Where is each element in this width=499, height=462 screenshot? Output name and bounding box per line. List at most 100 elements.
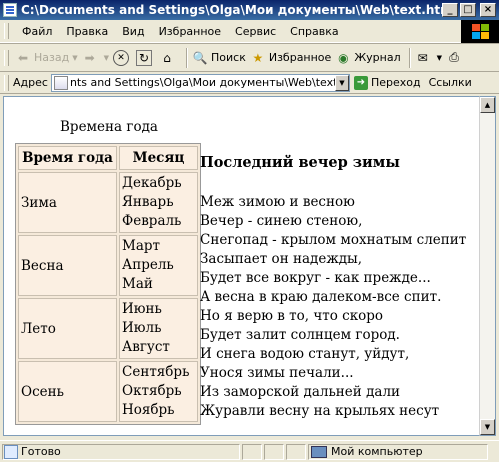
month: Январь xyxy=(122,194,174,210)
address-input[interactable]: nts and Settings\Olga\Мои документы\Web\… xyxy=(50,73,350,92)
favorites-button[interactable]: ★ Избранное xyxy=(250,50,331,66)
menu-help[interactable]: Справка xyxy=(283,25,345,38)
month: Март xyxy=(122,238,160,254)
chevron-down-icon: ▼ xyxy=(103,53,109,62)
toolbar-separator xyxy=(186,47,188,68)
history-icon: ◉ xyxy=(338,50,349,65)
poem-line: Из заморской дальней дали xyxy=(200,384,401,400)
vertical-scrollbar[interactable]: ▲ ▼ xyxy=(479,96,496,436)
toolbar-grip xyxy=(4,49,9,66)
table-row: Весна Март Апрель Май xyxy=(18,235,198,296)
month: Август xyxy=(122,339,170,355)
poem-line: Будет залит солнцем город. xyxy=(200,327,400,343)
poem-text: Меж зимою и весною Вечер - синею стеною,… xyxy=(200,193,466,421)
search-button[interactable]: 🔍 Поиск xyxy=(192,50,246,66)
address-dropdown-button[interactable]: ▼ xyxy=(334,74,349,91)
go-arrow-icon: ➜ xyxy=(353,75,368,90)
favorites-star-icon: ★ xyxy=(252,50,264,65)
poem-line: Вечер - синею стеною, xyxy=(200,213,363,229)
mail-button[interactable]: ✉ ▼ xyxy=(415,50,442,66)
header-season: Время года xyxy=(18,146,117,170)
scroll-down-button[interactable]: ▼ xyxy=(480,419,495,435)
chevron-down-icon: ▼ xyxy=(72,53,78,62)
forward-button[interactable]: ➡ ▼ xyxy=(82,50,109,66)
status-panel xyxy=(286,443,306,460)
go-label: Переход xyxy=(370,76,421,89)
print-icon: ⎙ xyxy=(449,50,459,64)
close-button[interactable]: × xyxy=(480,3,496,17)
forward-arrow-icon: ➡ xyxy=(84,50,95,65)
poem-line: Снегопад - крылом мохнатым слепит xyxy=(200,232,467,248)
table-row: Лето Июнь Июль Август xyxy=(18,298,198,359)
journal-button[interactable]: ◉ Журнал xyxy=(335,50,401,66)
menu-view[interactable]: Вид xyxy=(115,25,151,38)
journal-label: Журнал xyxy=(354,51,401,64)
status-panel xyxy=(264,443,284,460)
month: Февраль xyxy=(122,213,182,229)
months-cell: Июнь Июль Август xyxy=(119,298,198,359)
month: Декабрь xyxy=(122,175,182,191)
go-button[interactable]: ➜ Переход xyxy=(353,75,421,90)
month: Апрель xyxy=(122,257,174,273)
month: Ноябрь xyxy=(122,402,175,418)
home-icon: ⌂ xyxy=(163,50,171,65)
table-row: Зима Декабрь Январь Февраль xyxy=(18,172,198,233)
document-icon xyxy=(3,3,17,17)
months-cell: Сентябрь Октябрь Ноябрь xyxy=(119,361,198,422)
back-button[interactable]: ⬅ Назад ▼ xyxy=(15,50,78,66)
stop-button[interactable]: ✕ xyxy=(113,49,132,66)
poem-title: Последний вечер зимы xyxy=(200,154,400,171)
month: Сентябрь xyxy=(122,364,190,380)
window-title: C:\Documents and Settings\Olga\Мои докум… xyxy=(21,3,442,17)
page-done-icon xyxy=(4,444,18,459)
computer-icon xyxy=(311,445,327,458)
month: Июнь xyxy=(122,301,162,317)
title-bar: C:\Documents and Settings\Olga\Мои докум… xyxy=(0,0,499,20)
links-button[interactable]: Ссылки xyxy=(429,76,472,89)
status-main-panel: Готово xyxy=(2,443,240,460)
zone-text: Мой компьютер xyxy=(331,445,423,458)
windows-logo-icon xyxy=(461,20,499,43)
poem-line: А весна в краю далеком-все спит. xyxy=(200,289,442,305)
print-button[interactable]: ⎙ xyxy=(446,50,465,66)
poem-line: Будет все вокруг - как прежде... xyxy=(200,270,431,286)
menu-favorites[interactable]: Избранное xyxy=(152,25,228,38)
season-cell: Лето xyxy=(18,298,117,359)
month: Июль xyxy=(122,320,162,336)
months-cell: Март Апрель Май xyxy=(119,235,198,296)
page-content: Времена года Время года Месяц Зима Декаб… xyxy=(3,96,479,436)
refresh-icon: ↻ xyxy=(136,49,152,66)
status-text: Готово xyxy=(21,445,61,458)
scroll-up-button[interactable]: ▲ xyxy=(480,97,495,113)
menu-tools[interactable]: Сервис xyxy=(228,25,283,38)
status-bar: Готово Мой компьютер xyxy=(0,440,499,462)
table-caption: Времена года xyxy=(60,119,158,135)
search-label: Поиск xyxy=(211,51,246,64)
page-icon xyxy=(53,75,68,90)
stop-icon: ✕ xyxy=(113,49,129,66)
poem-line: Журавли весну на крыльях несут xyxy=(200,403,440,419)
toolbar-separator xyxy=(408,47,411,68)
month: Октябрь xyxy=(122,383,182,399)
poem-line: И снега водою станут, уйдут, xyxy=(200,346,410,362)
poem-line: Меж зимою и весною xyxy=(200,194,355,210)
months-cell: Декабрь Январь Февраль xyxy=(119,172,198,233)
address-value[interactable]: nts and Settings\Olga\Мои документы\Web\… xyxy=(70,76,335,89)
back-arrow-icon: ⬅ xyxy=(17,50,29,65)
menu-file[interactable]: Файл xyxy=(15,25,59,38)
poem-line: Унося зимы печали... xyxy=(200,365,354,381)
menu-edit[interactable]: Правка xyxy=(59,25,115,38)
refresh-button[interactable]: ↻ xyxy=(136,49,155,66)
home-button[interactable]: ⌂ xyxy=(159,50,178,66)
season-cell: Весна xyxy=(18,235,117,296)
favorites-label: Избранное xyxy=(268,51,332,64)
status-panel xyxy=(242,443,262,460)
chevron-down-icon: ▼ xyxy=(436,53,443,62)
minimize-button[interactable]: _ xyxy=(442,3,458,17)
address-bar: Адрес nts and Settings\Olga\Мои документ… xyxy=(0,72,499,94)
search-icon: 🔍 xyxy=(192,50,208,65)
maximize-button[interactable]: □ xyxy=(460,3,476,17)
season-cell: Зима xyxy=(18,172,117,233)
table-row: Осень Сентябрь Октябрь Ноябрь xyxy=(18,361,198,422)
status-zone-panel: Мой компьютер xyxy=(308,443,488,460)
